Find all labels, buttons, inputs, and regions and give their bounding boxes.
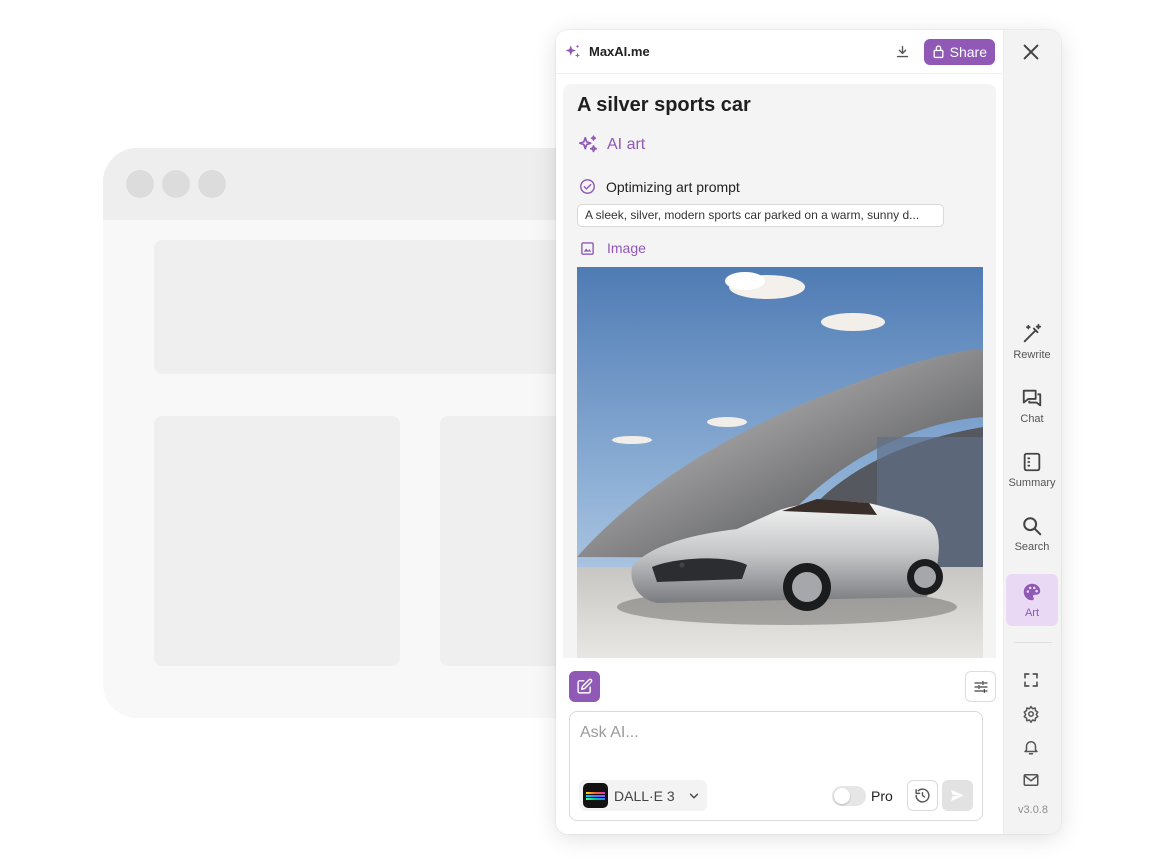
browser-titlebar: [103, 148, 623, 220]
share-label: Share: [949, 43, 987, 60]
progress-step: Optimizing art prompt: [579, 178, 740, 195]
placeholder-block: [154, 240, 574, 374]
lock-icon: [933, 45, 944, 59]
dalle-logo-icon: [583, 783, 608, 808]
image-icon: [581, 241, 594, 255]
check-circle-icon: [580, 179, 595, 194]
rail-item-label: Rewrite: [1013, 349, 1051, 361]
version-label: v3.0.8: [1018, 804, 1048, 816]
rail-item-label: Summary: [1008, 477, 1056, 489]
rail-item-summary[interactable]: Summary: [1006, 444, 1058, 496]
download-icon: [896, 45, 909, 58]
window-dot: [126, 170, 154, 198]
placeholder-block: [154, 416, 400, 666]
chat-input-box[interactable]: Ask AI... DALL·E 3 Pro: [569, 711, 983, 821]
send-button[interactable]: [942, 780, 973, 811]
window-dot: [162, 170, 190, 198]
ai-art-label: AI art: [607, 136, 646, 153]
ask-ai-input[interactable]: Ask AI...: [580, 724, 639, 742]
ai-art-heading: AI art: [577, 134, 645, 156]
page-title: A silver sports car: [577, 94, 751, 116]
panel-main: MaxAI.me Share A silver sports car AI ar…: [556, 30, 1003, 834]
composer-toolbar: [569, 671, 996, 702]
chat-icon: [1022, 389, 1042, 407]
history-icon: [915, 788, 930, 803]
magic-wand-icon: [1023, 323, 1042, 343]
pro-toggle-group: Pro: [832, 786, 893, 806]
rail-item-label: Art: [1024, 607, 1040, 619]
image-heading: Image: [580, 240, 646, 256]
image-label: Image: [607, 240, 646, 256]
rail-item-search[interactable]: Search: [1006, 508, 1058, 560]
optimized-prompt[interactable]: A sleek, silver, modern sports car parke…: [577, 204, 944, 227]
chevron-down-icon: [689, 793, 698, 798]
rail-item-art[interactable]: Art: [1006, 574, 1058, 626]
model-name: DALL·E 3: [614, 787, 675, 804]
maxai-panel: MaxAI.me Share A silver sports car AI ar…: [556, 30, 1061, 834]
pro-label: Pro: [871, 788, 893, 804]
new-chat-button[interactable]: [569, 671, 600, 702]
send-icon: [951, 789, 964, 802]
sports-car-illustration: [577, 267, 983, 658]
pro-toggle[interactable]: [832, 786, 866, 806]
brand-name: MaxAI.me: [589, 44, 650, 59]
rail-divider: [1014, 642, 1052, 643]
step-label: Optimizing art prompt: [606, 178, 740, 195]
sliders-icon: [973, 680, 988, 693]
share-button[interactable]: Share: [923, 38, 995, 65]
history-button[interactable]: [907, 780, 938, 811]
summary-icon: [1023, 452, 1041, 472]
right-rail: Rewrite Chat Summary Search Art v3.0.8: [1003, 30, 1061, 834]
chat-content: A silver sports car AI art Optimizing ar…: [563, 84, 996, 658]
gear-icon[interactable]: [1022, 705, 1040, 723]
sparkle-icon: [565, 44, 581, 58]
edit-icon: [577, 678, 593, 694]
close-icon[interactable]: [1020, 41, 1042, 63]
background-browser-window: [103, 148, 623, 718]
download-button[interactable]: [892, 41, 914, 63]
rail-item-label: Chat: [1020, 413, 1044, 425]
palette-icon: [1023, 583, 1041, 601]
search-icon: [1023, 517, 1042, 536]
generated-image[interactable]: [577, 267, 983, 658]
rail-item-chat[interactable]: Chat: [1006, 380, 1058, 432]
window-dot: [198, 170, 226, 198]
bell-icon[interactable]: [1022, 738, 1040, 756]
rail-item-label: Search: [1014, 541, 1050, 553]
fullscreen-icon[interactable]: [1022, 671, 1040, 689]
mail-icon[interactable]: [1022, 771, 1040, 789]
model-selector[interactable]: DALL·E 3: [579, 780, 707, 811]
panel-header: MaxAI.me Share: [556, 30, 1003, 74]
sparkle-icon: [578, 135, 598, 153]
settings-tune-button[interactable]: [965, 671, 996, 702]
rail-item-rewrite[interactable]: Rewrite: [1006, 316, 1058, 368]
